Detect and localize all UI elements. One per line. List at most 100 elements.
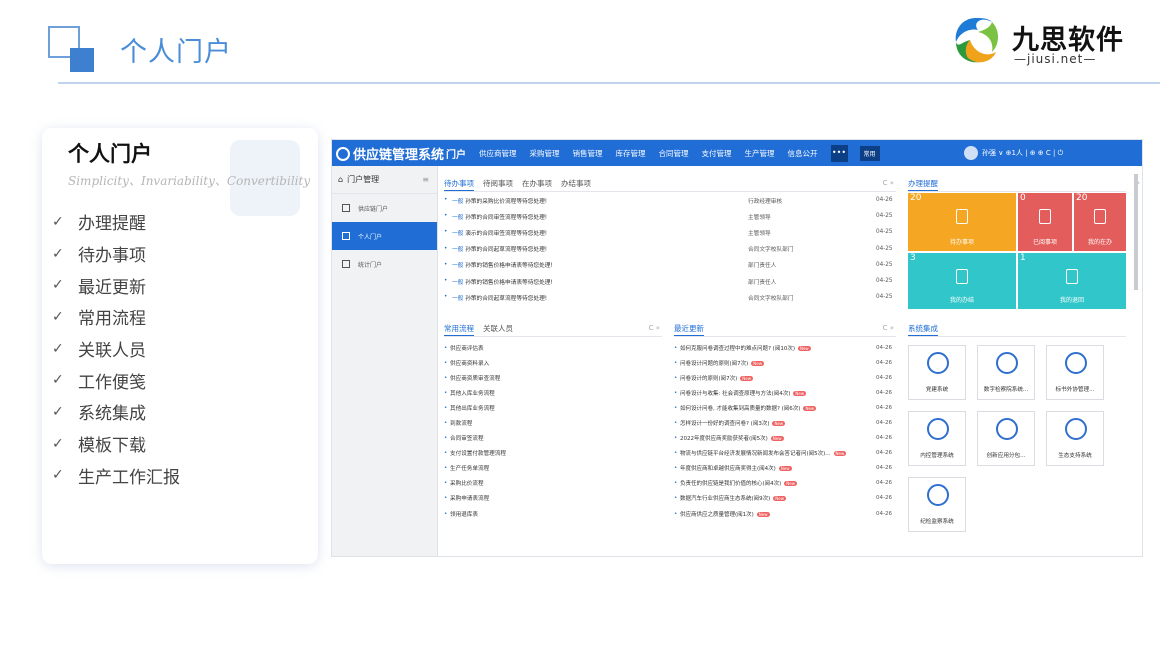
- flow-name: 合同审签流程: [450, 436, 484, 443]
- check-icon: ✓: [52, 277, 64, 294]
- list-item[interactable]: • 2022年度供应商奖励获奖者(阅5次) New 04-26: [674, 431, 896, 446]
- news-text: 问卷设计的原则(阅7次): [680, 375, 738, 382]
- system-label: 内控管理系统: [920, 453, 954, 459]
- list-item[interactable]: • 支付设置付款管理流程: [444, 446, 662, 461]
- table-row[interactable]: • 一般 孙策的合同起草流程等待您处理! 合同文字校队部门 04-25: [444, 289, 896, 305]
- system-tile[interactable]: 创新应用分包...: [977, 411, 1035, 466]
- scrollbar[interactable]: [1134, 174, 1138, 290]
- reminder-tile[interactable]: 20 待办事项: [908, 193, 1016, 251]
- tile-label: 我的在办: [1087, 239, 1112, 246]
- todo-title[interactable]: 一般 孙策的合同审签流程等待您处理!: [452, 212, 748, 221]
- tab-common-flows[interactable]: 常用流程: [444, 323, 474, 336]
- nav-more-button[interactable]: •••: [830, 144, 848, 162]
- system-tile[interactable]: 党建系统: [908, 345, 966, 400]
- table-row[interactable]: • 一般 演示的合同审签流程等待您处理! 主管领导 04-25: [444, 224, 896, 240]
- list-item[interactable]: • 采购比价流程: [444, 476, 662, 491]
- sidebar-item-supply-portal[interactable]: 供应链门户: [332, 194, 437, 222]
- nav-item[interactable]: 库存管理: [616, 148, 646, 159]
- nav-item-portal[interactable]: 门户: [446, 146, 466, 161]
- todo-date: 04-26: [876, 197, 893, 204]
- tab-to-read[interactable]: 待阅事项: [483, 178, 513, 191]
- nav-item[interactable]: 信息公开: [788, 148, 818, 159]
- app-brand[interactable]: 供应链管理系统: [336, 144, 444, 163]
- todo-title[interactable]: 一般 孙策的销售价格申请表等待您处理!: [452, 277, 748, 286]
- todo-title[interactable]: 一般 演示的合同审签流程等待您处理!: [452, 228, 748, 237]
- system-icon: [1065, 418, 1087, 440]
- nav-item[interactable]: 生产管理: [745, 148, 775, 159]
- reminder-tile[interactable]: 1 我的退回: [1018, 253, 1126, 309]
- news-date: 04-26: [876, 374, 892, 381]
- tab-done[interactable]: 办结事项: [561, 178, 591, 191]
- sidebar-item-personal-portal[interactable]: 个人门户: [332, 222, 437, 250]
- list-item[interactable]: • 领用退库表: [444, 506, 662, 521]
- flow-name: 供应商评估表: [450, 345, 484, 352]
- system-label: 党建系统: [925, 387, 949, 393]
- list-item[interactable]: • 问卷设计与收集: 社会调查原理与方法(阅4次) New 04-26: [674, 385, 896, 400]
- system-tile[interactable]: 生态支持系统: [1046, 411, 1104, 466]
- list-item[interactable]: • 负责任的供应链是我们价值的核心(阅4次) New 04-26: [674, 476, 896, 491]
- menu-icon[interactable]: ≡: [422, 175, 429, 184]
- news-text: 数据汽车行业供应商生态系统(阅9次): [680, 496, 771, 503]
- nav-item[interactable]: 合同管理: [659, 148, 689, 159]
- table-row[interactable]: • 一般 孙策的合同审签流程等待您处理! 主管领导 04-25: [444, 208, 896, 224]
- list-item[interactable]: • 供应商供应之质量管理(阅1次) New 04-26: [674, 506, 896, 521]
- list-item[interactable]: • 物流与供应链平台经济发展情况新闻发布会答记者问(阅5次)... New 04-26: [674, 446, 896, 461]
- todo-title[interactable]: 一般 孙策的合同起草流程等待您处理!: [452, 293, 748, 302]
- common-panel: 常用流程 关联人员 C » • 供应商评估表 • 供应商资料录入 • 供应商资质审查流程 •…: [444, 323, 662, 521]
- system-tile[interactable]: 内控管理系统: [908, 411, 966, 466]
- refresh-more-icon[interactable]: C »: [883, 179, 894, 187]
- nav-common-button[interactable]: 常用: [859, 145, 880, 161]
- list-item[interactable]: • 到款流程: [444, 415, 662, 430]
- reminders-panel: 办理提醒 »: [908, 178, 1140, 192]
- list-item[interactable]: • 采购申请表流程: [444, 491, 662, 506]
- table-row[interactable]: • 一般 孙策的销售价格申请表等待您处理! 部门责任人 04-25: [444, 273, 896, 289]
- tab-todo[interactable]: 待办事项: [444, 178, 474, 191]
- list-item[interactable]: • 生产任务单流程: [444, 461, 662, 476]
- table-row[interactable]: • 一般 孙策的采购比价流程等待您处理! 行政经理审核 04-26: [444, 192, 896, 208]
- todo-title[interactable]: 一般 孙策的合同起草流程等待您处理!: [452, 244, 748, 253]
- system-icon: [927, 484, 949, 506]
- list-item[interactable]: • 合同审签流程: [444, 431, 662, 446]
- todo-title[interactable]: 一般 孙策的采购比价流程等待您处理!: [452, 196, 748, 205]
- list-item[interactable]: • 其他入库业务流程: [444, 385, 662, 400]
- user-area[interactable]: 孙强 ∨ ⊕1人 | ⊕ ⊕ C | ⏻: [964, 146, 1063, 160]
- system-tile[interactable]: 数字检察院系统...: [977, 345, 1035, 400]
- reminder-tile[interactable]: 0 已阅事项: [1018, 193, 1072, 251]
- nav-item[interactable]: 销售管理: [573, 148, 603, 159]
- todo-date: 04-25: [876, 278, 893, 285]
- list-item[interactable]: • 如何克服问卷调查过程中的难点问题? (阅10次) New 04-26: [674, 340, 896, 355]
- home-icon: ⌂: [338, 175, 344, 184]
- todo-text: 孙策的销售价格申请表等待您处理!: [465, 263, 553, 270]
- todo-title[interactable]: 一般 孙策的销售价格申请表等待您处理!: [452, 260, 748, 269]
- list-item[interactable]: • 问卷设计的原则(阅7次) New 04-26: [674, 370, 896, 385]
- list-item[interactable]: • 怎样设计一份好的调查问卷? (阅3次) New 04-26: [674, 415, 896, 430]
- news-date: 04-26: [876, 359, 892, 366]
- refresh-more-icon[interactable]: C »: [883, 324, 894, 332]
- nav-item[interactable]: 采购管理: [530, 148, 560, 159]
- table-row[interactable]: • 一般 孙策的合同起草流程等待您处理! 合同文字校队部门 04-25: [444, 241, 896, 257]
- list-item[interactable]: • 数据汽车行业供应商生态系统(阅9次) New 04-26: [674, 491, 896, 506]
- refresh-more-icon[interactable]: C »: [649, 324, 660, 332]
- news-title: 年度供应商和卓越供应商奖得主(阅4次) New: [680, 464, 860, 472]
- list-item[interactable]: • 其他出库业务流程: [444, 400, 662, 415]
- reminder-tile[interactable]: 20 我的在办: [1074, 193, 1126, 251]
- nav-item[interactable]: 供应商管理: [479, 148, 517, 159]
- list-item[interactable]: • 如何设计问卷, 才能收集到高质量的数据? (阅6次) New 04-26: [674, 400, 896, 415]
- list-item[interactable]: • 供应商资料录入: [444, 355, 662, 370]
- table-row[interactable]: • 一般 孙策的销售价格申请表等待您处理! 部门责任人 04-25: [444, 257, 896, 273]
- list-item[interactable]: • 供应商资质审查流程: [444, 370, 662, 385]
- reminder-tile[interactable]: 3 我的办结: [908, 253, 1016, 309]
- nav-item[interactable]: 支付管理: [702, 148, 732, 159]
- tab-related-people[interactable]: 关联人员: [483, 323, 513, 336]
- sidebar-header[interactable]: ⌂ 门户管理 ≡: [332, 166, 437, 194]
- list-item[interactable]: • 问卷设计问题的原则(阅7次) New 04-26: [674, 355, 896, 370]
- list-item[interactable]: • 年度供应商和卓越供应商奖得主(阅4次) New 04-26: [674, 461, 896, 476]
- system-tile[interactable]: 标书外协管理...: [1046, 345, 1104, 400]
- sidebar-item-stats-portal[interactable]: 统计门户: [332, 250, 437, 278]
- system-tile[interactable]: 纪检监察系统: [908, 477, 966, 532]
- list-item[interactable]: • 供应商评估表: [444, 340, 662, 355]
- news-date: 04-26: [876, 495, 892, 502]
- tab-in-progress[interactable]: 在办事项: [522, 178, 552, 191]
- avatar[interactable]: [964, 146, 978, 160]
- system-label: 纪检监察系统: [920, 519, 954, 525]
